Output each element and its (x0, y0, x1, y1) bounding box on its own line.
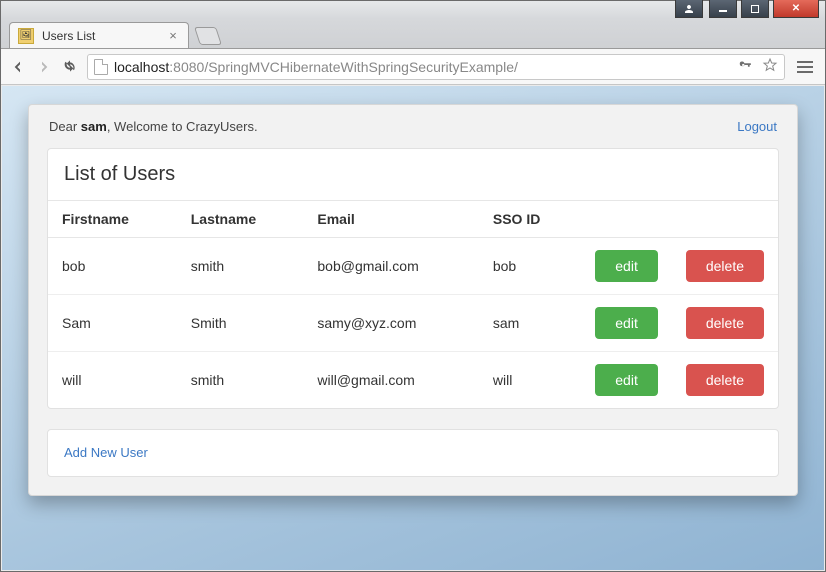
bookmark-star-icon[interactable] (762, 57, 778, 76)
users-card: List of Users Firstname Lastname Email S… (47, 148, 779, 409)
omnibox-right (738, 57, 778, 76)
key-icon[interactable] (738, 58, 752, 75)
cell-email: samy@xyz.com (303, 295, 478, 352)
col-sso: SSO ID (479, 201, 581, 238)
cell-firstname: Sam (48, 295, 177, 352)
new-tab-button[interactable] (194, 27, 222, 45)
cell-delete: delete (672, 238, 778, 295)
cell-email: bob@gmail.com (303, 238, 478, 295)
cell-lastname: smith (177, 352, 304, 409)
window-controls: ✕ (709, 0, 819, 18)
add-new-card: Add New User (47, 429, 779, 477)
cell-edit: edit (581, 238, 672, 295)
delete-button[interactable]: delete (686, 364, 764, 396)
cell-firstname: will (48, 352, 177, 409)
greeting-username: sam (81, 119, 107, 134)
tab-strip: Users List × (1, 19, 825, 49)
greeting-text: Dear sam, Welcome to CrazyUsers. (49, 119, 258, 134)
browser-toolbar: localhost:8080/SpringMVCHibernateWithSpr… (1, 49, 825, 85)
window-close-button[interactable]: ✕ (773, 0, 819, 18)
forward-button[interactable] (35, 58, 53, 76)
col-email: Email (303, 201, 478, 238)
delete-button[interactable]: delete (686, 250, 764, 282)
url-host: localhost (114, 59, 169, 75)
add-new-user-link[interactable]: Add New User (64, 445, 148, 460)
cell-lastname: smith (177, 238, 304, 295)
favicon-icon (18, 28, 34, 44)
col-edit (581, 201, 672, 238)
cell-lastname: Smith (177, 295, 304, 352)
window-maximize-button[interactable] (741, 0, 769, 18)
table-row: SamSmithsamy@xyz.comsamedit delete (48, 295, 778, 352)
browser-tab[interactable]: Users List × (9, 22, 189, 48)
cell-sso: sam (479, 295, 581, 352)
window-titlebar: ✕ (1, 1, 825, 19)
greeting-suffix: , Welcome to CrazyUsers. (107, 119, 258, 134)
users-card-title: List of Users (48, 149, 778, 201)
cell-email: will@gmail.com (303, 352, 478, 409)
users-table: Firstname Lastname Email SSO ID bobsmith… (48, 201, 778, 408)
tab-title: Users List (42, 29, 95, 43)
browser-window: ✕ Users List × localhost:8080/SpringMVCH… (0, 0, 826, 572)
cell-delete: delete (672, 352, 778, 409)
url-path: /SpringMVCHibernateWithSpringSecurityExa… (204, 59, 518, 75)
page-viewport: Dear sam, Welcome to CrazyUsers. Logout … (2, 86, 824, 570)
col-firstname: Firstname (48, 201, 177, 238)
cell-delete: delete (672, 295, 778, 352)
col-lastname: Lastname (177, 201, 304, 238)
page-icon (94, 59, 108, 75)
greeting-prefix: Dear (49, 119, 81, 134)
url-text: localhost:8080/SpringMVCHibernateWithSpr… (114, 59, 518, 75)
logout-link[interactable]: Logout (737, 119, 777, 134)
main-panel: Dear sam, Welcome to CrazyUsers. Logout … (28, 104, 798, 496)
edit-button[interactable]: edit (595, 307, 658, 339)
col-delete (672, 201, 778, 238)
cell-firstname: bob (48, 238, 177, 295)
greeting-row: Dear sam, Welcome to CrazyUsers. Logout (29, 105, 797, 142)
edit-button[interactable]: edit (595, 250, 658, 282)
cell-sso: will (479, 352, 581, 409)
back-button[interactable] (9, 58, 27, 76)
table-row: bobsmithbob@gmail.combobeditdelete (48, 238, 778, 295)
window-minimize-button[interactable] (709, 0, 737, 18)
reload-button[interactable] (61, 58, 79, 76)
url-port: 8080 (173, 59, 204, 75)
delete-button[interactable]: delete (686, 307, 764, 339)
cell-sso: bob (479, 238, 581, 295)
profile-button[interactable] (675, 0, 703, 18)
cell-edit: edit (581, 295, 672, 352)
cell-edit: edit (581, 352, 672, 409)
table-header-row: Firstname Lastname Email SSO ID (48, 201, 778, 238)
address-bar[interactable]: localhost:8080/SpringMVCHibernateWithSpr… (87, 54, 785, 80)
tab-close-icon[interactable]: × (166, 28, 180, 42)
table-row: willsmithwill@gmail.comwilleditdelete (48, 352, 778, 409)
edit-button[interactable]: edit (595, 364, 658, 396)
hamburger-menu-icon[interactable] (793, 57, 817, 77)
